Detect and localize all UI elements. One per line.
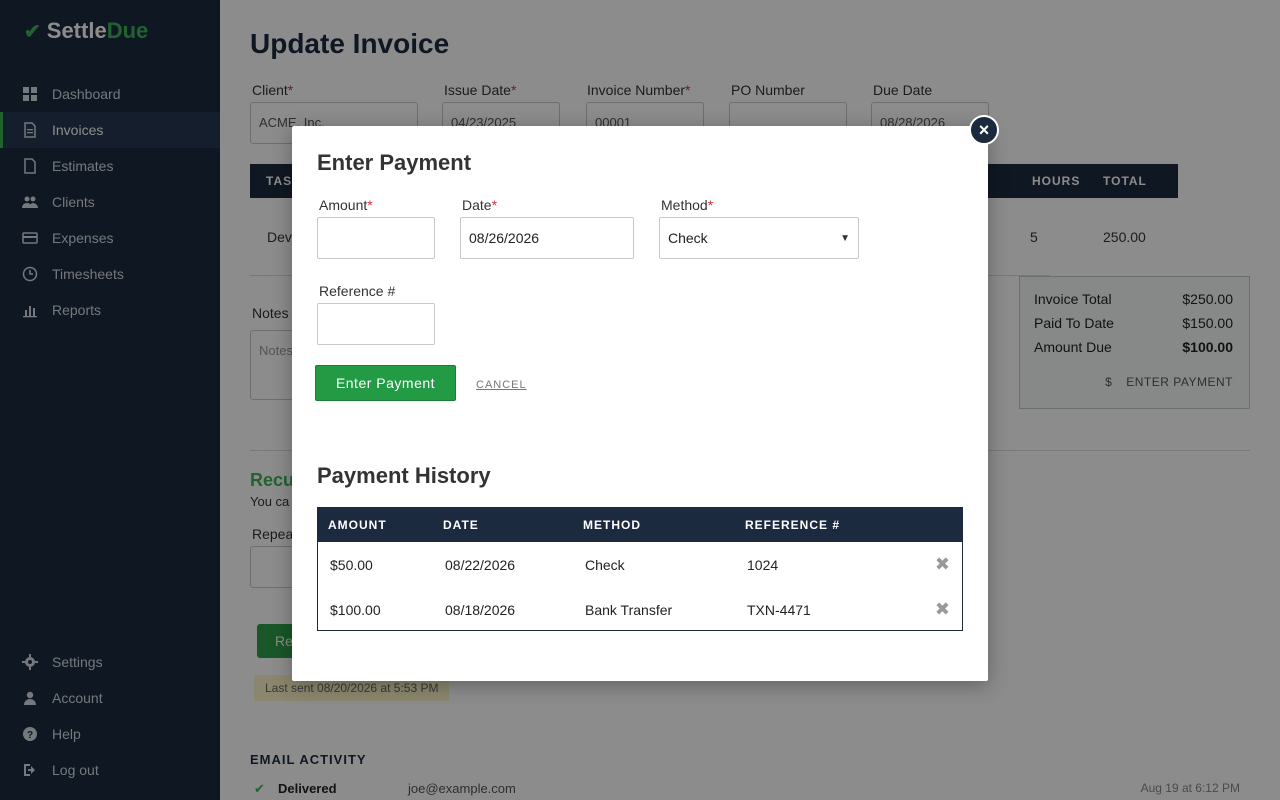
- method-select[interactable]: Check ▼: [659, 217, 859, 259]
- payment-method: Bank Transfer: [585, 602, 673, 618]
- method-label: Method*: [661, 197, 714, 213]
- payment-amount: $50.00: [330, 557, 373, 573]
- date-label: Date*: [462, 197, 498, 213]
- reference-label: Reference #: [319, 283, 396, 299]
- column-method: METHOD: [583, 518, 641, 532]
- payment-date: 08/18/2026: [445, 602, 516, 618]
- payment-method: Check: [585, 557, 625, 573]
- amount-label: Amount*: [319, 197, 373, 213]
- payment-reference: TXN-4471: [747, 602, 811, 618]
- method-selected-value: Check: [668, 230, 708, 246]
- cancel-link[interactable]: CANCEL: [476, 379, 527, 391]
- enter-payment-button[interactable]: Enter Payment: [315, 365, 456, 401]
- table-row: $50.00 08/22/2026 Check 1024 ✖: [318, 542, 962, 587]
- column-reference: REFERENCE #: [745, 518, 841, 532]
- modal-title: Enter Payment: [317, 150, 472, 175]
- payment-amount: $100.00: [330, 602, 381, 618]
- amount-input[interactable]: [317, 217, 435, 259]
- delete-payment-icon[interactable]: ✖: [935, 554, 950, 575]
- payment-reference: 1024: [747, 557, 779, 573]
- column-date: DATE: [443, 518, 479, 532]
- close-modal-icon[interactable]: ×: [969, 115, 999, 145]
- chevron-down-icon: ▼: [840, 232, 850, 244]
- reference-input[interactable]: [317, 303, 435, 345]
- payment-history-header: AMOUNT DATE METHOD REFERENCE #: [318, 508, 962, 542]
- column-amount: AMOUNT: [328, 518, 387, 532]
- table-row: $100.00 08/18/2026 Bank Transfer TXN-447…: [318, 587, 962, 632]
- payment-date: 08/22/2026: [445, 557, 516, 573]
- delete-payment-icon[interactable]: ✖: [935, 599, 950, 620]
- payment-history-table: AMOUNT DATE METHOD REFERENCE # $50.00 08…: [317, 507, 963, 631]
- payment-history-title: Payment History: [317, 463, 491, 488]
- date-input[interactable]: [460, 217, 634, 259]
- enter-payment-modal: Enter Payment Amount* Date* Method* Chec…: [292, 126, 988, 681]
